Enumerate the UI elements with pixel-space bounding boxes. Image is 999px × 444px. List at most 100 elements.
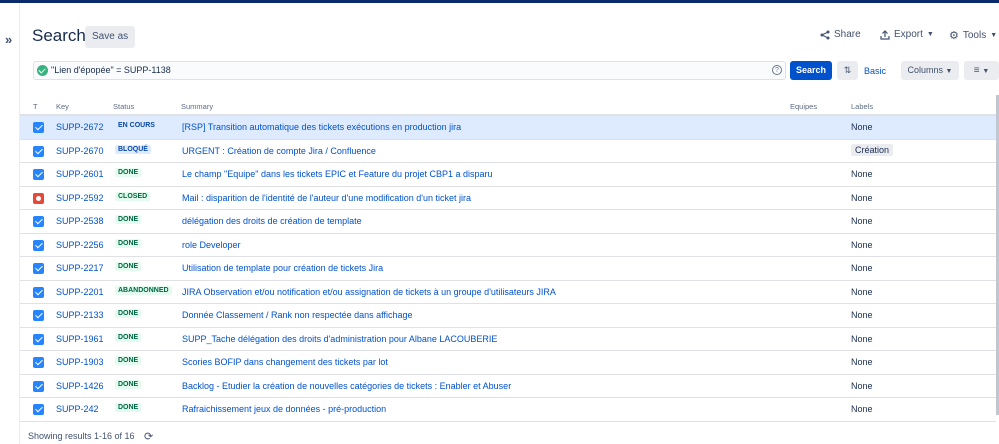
table-row[interactable]: SUPP-2592 CLOSED Mail : disparition de l'i…	[20, 187, 996, 210]
status-badge: DONE	[115, 262, 142, 271]
page-title: Search	[32, 26, 86, 45]
issue-key-link[interactable]: SUPP-2133	[56, 310, 104, 320]
table-row[interactable]: SUPP-1903 DONE Scories BOFIP dans changeme…	[20, 351, 996, 375]
issue-type-icon	[33, 333, 44, 345]
issue-summary-link[interactable]: [RSP] Transition automatique des tickets…	[182, 122, 461, 132]
column-header-key[interactable]: Key	[56, 102, 69, 111]
table-row[interactable]: SUPP-2133 DONE Donnée Classement / Rank no…	[20, 304, 996, 328]
issues-table: T Key Status Summary Equipes Labels SUPP…	[20, 95, 996, 422]
share-button[interactable]: Share	[820, 29, 861, 40]
table-row[interactable]: SUPP-2672 EN COURS [RSP] Transition automa…	[20, 116, 996, 140]
tools-button[interactable]: ⚙ Tools ▼	[949, 29, 997, 42]
issue-summary-link[interactable]: Utilisation de template pour création de…	[182, 263, 383, 273]
issue-summary-link[interactable]: URGENT : Création de compte Jira / Confl…	[182, 146, 376, 156]
issue-type-icon	[33, 263, 44, 274]
labels-value: None	[851, 310, 873, 320]
issue-summary-link[interactable]: Mail : disparition de l'identité de l'au…	[182, 193, 471, 203]
export-label: Export	[894, 29, 923, 40]
chevron-down-icon: ▼	[926, 31, 934, 38]
issue-type-icon	[33, 286, 44, 298]
status-badge: DONE	[115, 168, 142, 177]
issue-type-icon	[33, 122, 44, 133]
column-header-labels[interactable]: Labels	[851, 102, 873, 111]
status-badge: DONE	[115, 403, 142, 412]
table-row[interactable]: SUPP-1961 DONE SUPP_Tache délégation des d…	[20, 328, 996, 351]
status-badge: CLOSED	[115, 191, 151, 201]
issue-key-link[interactable]: SUPP-1961	[56, 334, 104, 344]
issue-type-icon	[33, 216, 44, 227]
issue-summary-link[interactable]: Rafraichissement jeux de données - pré-p…	[182, 404, 386, 414]
table-row[interactable]: SUPP-2256 DONE role Developer None	[20, 234, 996, 257]
left-rail: »	[0, 3, 20, 444]
issue-key-link[interactable]: SUPP-2672	[56, 122, 104, 132]
column-header-equipes[interactable]: Equipes	[790, 102, 817, 111]
issue-type-icon	[33, 145, 44, 157]
issue-summary-link[interactable]: Backlog - Etudier la création de nouvell…	[182, 381, 511, 391]
issue-type-icon	[33, 357, 44, 368]
table-row[interactable]: SUPP-2217 DONE Utilisation de template pou…	[20, 257, 996, 281]
issue-key-link[interactable]: SUPP-2592	[56, 193, 104, 203]
search-button[interactable]: Search	[790, 61, 832, 80]
status-badge: DONE	[115, 215, 142, 224]
status-badge: EN COURS	[115, 121, 158, 130]
help-icon[interactable]: ?	[772, 65, 782, 75]
issue-key-link[interactable]: SUPP-2201	[56, 287, 104, 297]
issue-key-link[interactable]: SUPP-2217	[56, 263, 104, 273]
issue-key-link[interactable]: SUPP-2256	[56, 240, 104, 250]
status-badge: DONE	[115, 332, 142, 342]
issue-summary-link[interactable]: SUPP_Tache délégation des droits d'admin…	[182, 334, 497, 344]
list-icon: ≡	[973, 65, 980, 76]
issue-key-link[interactable]: SUPP-2601	[56, 169, 104, 179]
issue-type-icon	[33, 239, 44, 251]
table-row[interactable]: SUPP-2538 DONE délégation des droits de cr…	[20, 210, 996, 234]
switch-mode-button[interactable]: ⇅	[837, 61, 858, 80]
export-icon	[880, 29, 890, 40]
chevron-down-icon: ▼	[982, 68, 990, 75]
labels-value: None	[851, 333, 873, 344]
issue-summary-link[interactable]: Donnée Classement / Rank non respectée d…	[182, 310, 412, 320]
issue-type-icon	[33, 380, 44, 392]
labels-value: None	[851, 216, 873, 226]
issue-key-link[interactable]: SUPP-1426	[56, 381, 104, 391]
status-badge: ABANDONNED	[115, 285, 172, 295]
expand-sidebar-icon[interactable]: »	[5, 32, 12, 47]
valid-query-icon	[37, 65, 48, 76]
table-row[interactable]: SUPP-1426 DONE Backlog - Etudier la créati…	[20, 375, 996, 398]
labels-value[interactable]: Création	[851, 143, 894, 156]
labels-value: None	[851, 169, 873, 179]
labels-value: None	[851, 380, 873, 391]
issue-key-link[interactable]: SUPP-2538	[56, 216, 104, 226]
column-header-summary[interactable]: Summary	[181, 102, 213, 111]
column-header-status[interactable]: Status	[113, 102, 134, 111]
table-row[interactable]: SUPP-2201 ABANDONNED JIRA Observation et/o…	[20, 281, 996, 304]
bug-icon	[33, 192, 44, 204]
labels-value: None	[851, 404, 873, 414]
issue-type-icon	[33, 404, 44, 415]
columns-button[interactable]: Columns ▼	[901, 61, 959, 80]
status-badge: DONE	[115, 238, 142, 248]
save-as-button[interactable]: Save as	[85, 26, 136, 48]
export-button[interactable]: Export ▼	[880, 29, 934, 40]
chevron-down-icon: ▼	[990, 32, 998, 39]
issue-key-link[interactable]: SUPP-242	[56, 404, 99, 414]
issue-summary-link[interactable]: Le champ "Equipe" dans les tickets EPIC …	[182, 169, 493, 179]
issue-key-link[interactable]: SUPP-1903	[56, 357, 104, 367]
jql-query-input[interactable]: "Lien d'épopée" = SUPP-1138 ?	[33, 61, 786, 80]
table-row[interactable]: SUPP-242 DONE Rafraichissement jeux de don…	[20, 398, 996, 422]
view-options-button[interactable]: ≡ ▼	[964, 61, 999, 80]
issue-summary-link[interactable]: Scories BOFIP dans changement des ticket…	[182, 357, 388, 367]
issue-summary-link[interactable]: JIRA Observation et/ou notification et/o…	[182, 287, 556, 297]
basic-mode-link[interactable]: Basic	[864, 66, 886, 76]
labels-value: None	[851, 239, 873, 250]
share-label: Share	[834, 29, 861, 40]
refresh-icon[interactable]: ⟳	[144, 430, 153, 443]
table-row[interactable]: SUPP-2670 BLOQUÉ URGENT : Création de comp…	[20, 140, 996, 163]
share-icon	[820, 30, 830, 39]
table-row[interactable]: SUPP-2601 DONE Le champ "Equipe" dans les …	[20, 163, 996, 187]
query-text[interactable]: "Lien d'épopée" = SUPP-1138	[51, 65, 171, 75]
issue-summary-link[interactable]: role Developer	[182, 240, 241, 250]
column-header-type[interactable]: T	[33, 102, 38, 111]
status-badge: DONE	[115, 309, 142, 318]
issue-summary-link[interactable]: délégation des droits de création de tem…	[182, 216, 362, 226]
issue-key-link[interactable]: SUPP-2670	[56, 146, 104, 156]
